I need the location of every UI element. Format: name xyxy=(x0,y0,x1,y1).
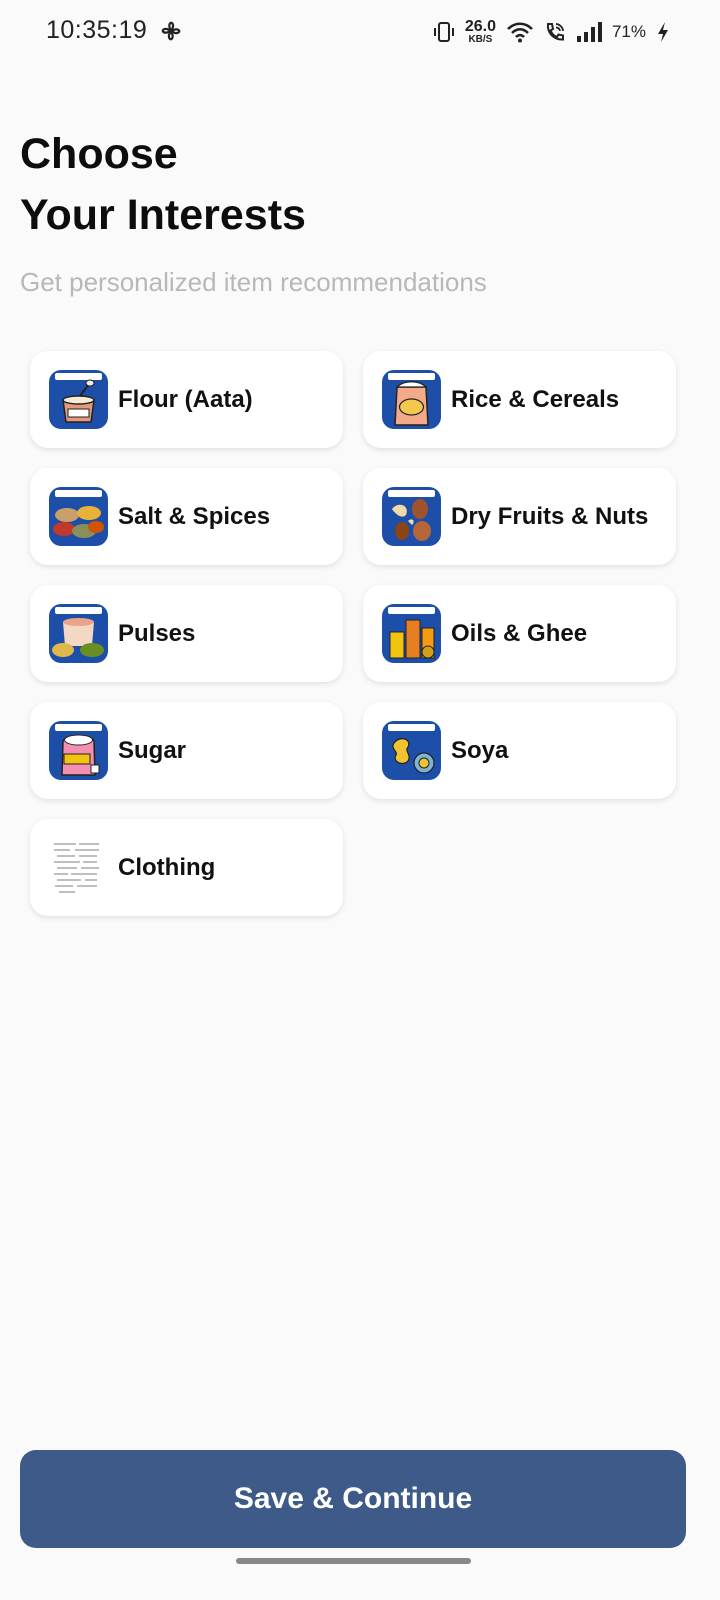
interest-card-pulses[interactable]: Pulses xyxy=(30,585,343,682)
status-icons: 26.0 KB/S 71% xyxy=(433,16,670,48)
net-speed: 26.0 KB/S xyxy=(465,19,496,45)
wifi-calling-icon xyxy=(544,21,566,43)
interest-card-flour[interactable]: Flour (Aata) xyxy=(30,351,343,448)
sugar-icon xyxy=(49,721,108,780)
interest-card-sugar[interactable]: Sugar xyxy=(30,702,343,799)
interest-label: Clothing xyxy=(118,853,216,881)
interest-label: Sugar xyxy=(118,736,187,764)
clothing-icon xyxy=(49,838,108,897)
oil-icon xyxy=(382,604,441,663)
battery-level: 71% xyxy=(611,22,646,41)
spices-icon xyxy=(49,487,108,546)
interest-card-clothing[interactable]: Clothing xyxy=(30,819,343,916)
page-subtitle: Get personalized item recommendations xyxy=(20,267,487,297)
save-continue-button[interactable]: Save & Continue xyxy=(20,1450,686,1548)
soya-icon xyxy=(382,721,441,780)
interest-label: Pulses xyxy=(118,619,196,647)
net-speed-unit: KB/S xyxy=(468,34,493,45)
interest-label: Rice & Cereals xyxy=(451,385,620,413)
net-speed-value: 26.0 xyxy=(464,18,496,35)
page-title: Choose Your Interests xyxy=(20,124,306,246)
rice-icon xyxy=(382,370,441,429)
interest-card-spices[interactable]: Salt & Spices xyxy=(30,468,343,565)
title-line-1: Choose xyxy=(20,130,178,178)
interest-label: Oils & Ghee xyxy=(451,619,588,647)
charging-icon xyxy=(656,21,670,43)
interest-card-soya[interactable]: Soya xyxy=(363,702,676,799)
status-bar: 10:35:19 26.0 KB/S 71% xyxy=(0,0,720,64)
interest-card-oils[interactable]: Oils & Ghee xyxy=(363,585,676,682)
interest-card-dry-fruits[interactable]: Dry Fruits & Nuts xyxy=(363,468,676,565)
interest-label: Dry Fruits & Nuts xyxy=(451,502,649,530)
interest-label: Flour (Aata) xyxy=(118,385,253,413)
title-line-2: Your Interests xyxy=(20,191,306,239)
interest-label: Salt & Spices xyxy=(118,502,271,530)
dry-fruits-icon xyxy=(382,487,441,546)
flour-icon xyxy=(49,370,108,429)
pulses-icon xyxy=(49,604,108,663)
signal-icon xyxy=(576,21,602,43)
vibrate-icon xyxy=(433,21,455,43)
interests-grid: Flour (Aata) Rice & Cereals Salt & Spice… xyxy=(30,351,677,916)
wifi-icon xyxy=(506,21,534,43)
interest-label: Soya xyxy=(451,736,509,764)
fan-icon xyxy=(158,18,184,44)
home-indicator[interactable] xyxy=(236,1558,471,1564)
status-time: 10:35:19 xyxy=(46,16,148,44)
interest-card-rice[interactable]: Rice & Cereals xyxy=(363,351,676,448)
